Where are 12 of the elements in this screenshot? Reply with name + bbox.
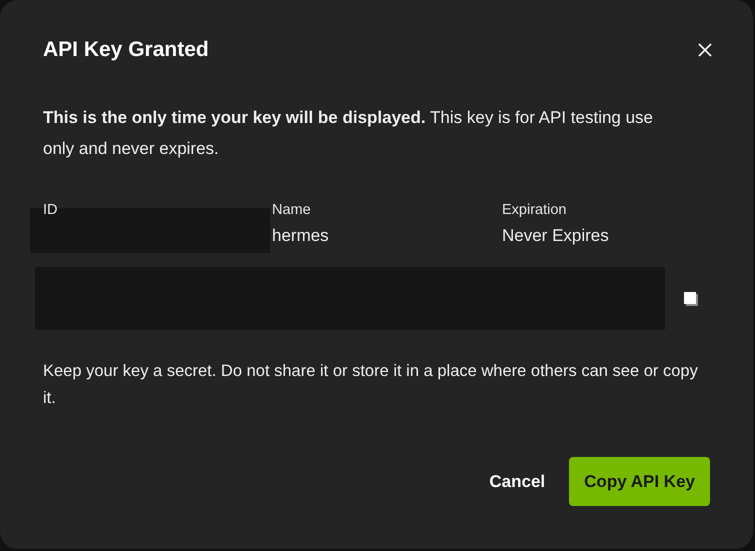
detail-label: Expiration	[502, 201, 566, 220]
detail-value: hermes	[272, 225, 330, 247]
detail-label: Name	[272, 201, 311, 220]
cancel-button[interactable]: Cancel	[489, 457, 546, 506]
copy-key-button[interactable]: Copy API Key	[569, 457, 710, 506]
detail-value: Never Expires	[502, 225, 610, 247]
copy-icon[interactable]	[683, 290, 699, 306]
warning-text: Keep your key a secret. Do not share it or store it in a place where others can see or copy it.	[43, 361, 699, 409]
notice-text: This is the only time your key will be displayed. This key is for API testing use only and never expires.	[43, 107, 654, 160]
detail-label: ID	[43, 201, 58, 220]
close-icon[interactable]	[697, 42, 713, 58]
dialog-title: API Key Granted	[43, 37, 209, 63]
